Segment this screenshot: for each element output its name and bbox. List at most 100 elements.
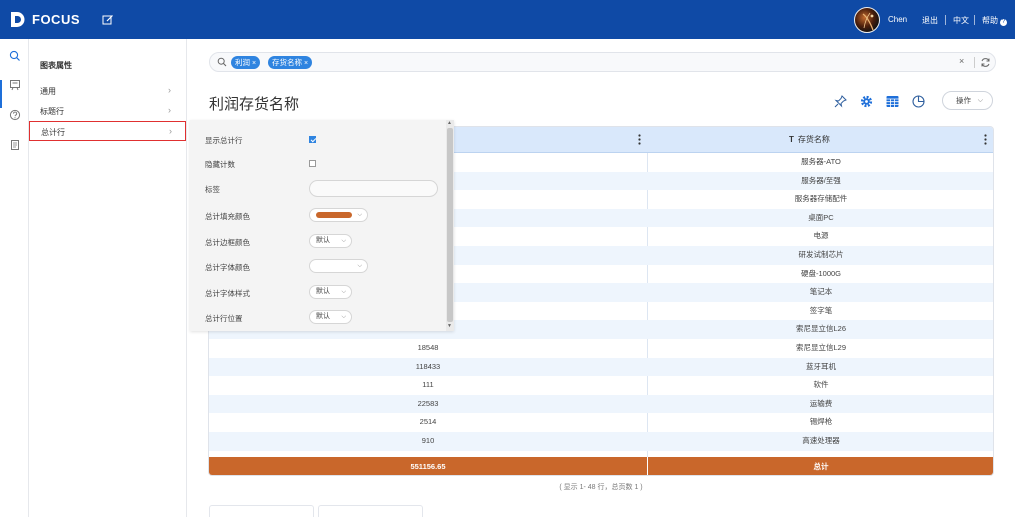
chevron-right-icon: › xyxy=(168,85,171,95)
total-row-settings-popover: 显示总计行 隐藏计数 标签 总计填充颜色 ⌵ 总计边框颜色 默认 ⌵ 总计字体颜… xyxy=(190,120,454,331)
side-item-label: 总计行 xyxy=(41,128,65,137)
search-bar[interactable]: 利润 × 存货名称 × × xyxy=(209,52,996,72)
document-icon[interactable] xyxy=(9,139,21,151)
rail-active-indicator xyxy=(0,80,2,108)
panel-title: 图表属性 xyxy=(40,61,72,70)
bottom-card[interactable] xyxy=(318,505,423,517)
select-value: 默认 xyxy=(316,237,330,244)
setting-show-total-row: 显示总计行 xyxy=(190,130,440,150)
side-item-total-row[interactable]: 总计行 › xyxy=(29,121,186,141)
total-position-select[interactable]: 默认 ⌵ xyxy=(309,310,352,324)
search-icon[interactable] xyxy=(9,50,21,62)
table-row[interactable]: 118433 蓝牙耳机 xyxy=(209,357,993,377)
setting-label: 总计填充颜色 xyxy=(205,212,250,221)
chip-remove-icon[interactable]: × xyxy=(304,60,308,67)
chevron-down-icon: ⌵ xyxy=(357,212,362,218)
chevron-down-icon: ⌵ xyxy=(977,97,983,104)
setting-label: 总计行位置 xyxy=(205,314,243,323)
left-icon-rail xyxy=(0,39,29,517)
column-menu-icon[interactable] xyxy=(984,134,987,145)
popover-scroll-thumb[interactable] xyxy=(447,128,453,322)
cell-inventory-name: 服务器-ATO xyxy=(801,157,841,166)
show-total-checkbox[interactable] xyxy=(309,136,316,143)
setting-border-color: 总计边框颜色 默认 ⌵ xyxy=(190,232,440,252)
cell-inventory-name: 蓝牙耳机 xyxy=(806,361,836,371)
setting-label: 隐藏计数 xyxy=(205,160,235,169)
column-header-inventory-name[interactable]: T 存货名称 xyxy=(789,127,830,153)
total-label-input[interactable] xyxy=(309,180,438,197)
chevron-down-icon: ⌵ xyxy=(341,289,346,295)
fill-color-select[interactable]: ⌵ xyxy=(309,208,368,222)
board-icon[interactable] xyxy=(9,79,21,91)
column-header-label: 存货名称 xyxy=(797,135,830,144)
help-link[interactable]: 帮助? xyxy=(982,15,1007,26)
focus-logo-icon xyxy=(11,12,25,27)
select-value: 默认 xyxy=(316,313,330,320)
pagination-info: ( 显示 1- 48 行，总页数 1 ) xyxy=(559,484,643,491)
search-divider xyxy=(974,57,975,68)
pie-chart-icon[interactable] xyxy=(911,94,926,109)
side-item-general[interactable]: 通用 › xyxy=(29,81,186,101)
chip-label: 利润 xyxy=(235,58,250,67)
search-chip-inventory-name[interactable]: 存货名称 × xyxy=(268,56,313,69)
user-name[interactable]: Chen xyxy=(888,15,907,24)
avatar[interactable] xyxy=(854,7,880,33)
cell-profit: 2514 xyxy=(419,417,437,427)
color-swatch xyxy=(316,212,352,218)
side-item-label: 通用 xyxy=(40,87,56,96)
edit-icon[interactable] xyxy=(102,14,114,26)
search-chip-profit[interactable]: 利润 × xyxy=(231,56,261,69)
setting-label: 标签 xyxy=(205,185,220,194)
cell-inventory-name: 索尼显立信L26 xyxy=(795,324,846,334)
search-icon xyxy=(217,57,227,67)
setting-total-row-position: 总计行位置 默认 ⌵ xyxy=(190,308,440,328)
cell-profit: 910 xyxy=(421,436,435,445)
clear-search-icon[interactable]: × xyxy=(959,56,964,66)
pin-icon[interactable] xyxy=(833,94,848,109)
setting-label: 总计字体颜色 xyxy=(205,263,250,272)
setting-hide-count: 隐藏计数 xyxy=(190,154,440,174)
font-style-select[interactable]: 默认 ⌵ xyxy=(309,285,352,299)
table-row[interactable]: 910 高速处理器 xyxy=(209,432,993,451)
scroll-down-icon[interactable]: ▼ xyxy=(447,323,452,329)
bottom-card[interactable] xyxy=(209,505,314,517)
table-view-icon[interactable] xyxy=(885,94,900,109)
table-row[interactable]: 2514 锡焊枪 xyxy=(209,413,993,432)
cell-inventory-name: 索尼显立信L29 xyxy=(795,343,846,352)
chart-properties-panel: 图表属性 通用 › 标题行 › 总计行 › xyxy=(29,39,187,517)
avatar-image-icon xyxy=(862,12,874,31)
side-item-header-row[interactable]: 标题行 › xyxy=(29,101,186,121)
font-color-select[interactable]: ⌵ xyxy=(309,259,368,273)
cell-inventory-name: 软件 xyxy=(813,380,829,390)
app-name: FOCUS xyxy=(32,12,80,27)
setting-label: 总计边框颜色 xyxy=(205,238,250,247)
chip-remove-icon[interactable]: × xyxy=(252,60,256,67)
cell-inventory-name: 高速处理器 xyxy=(802,436,840,445)
operate-button[interactable]: 操作 ⌵ xyxy=(942,91,993,110)
border-color-select[interactable]: 默认 ⌵ xyxy=(309,234,352,248)
cell-inventory-name: 笔记本 xyxy=(809,287,833,297)
logout-link[interactable]: 退出 xyxy=(922,15,938,26)
cell-inventory-name: 电源 xyxy=(813,231,829,241)
scroll-up-icon[interactable]: ▲ xyxy=(447,120,452,126)
hide-count-checkbox[interactable] xyxy=(309,160,316,167)
refresh-icon[interactable] xyxy=(980,57,991,68)
table-row[interactable]: 18548 索尼显立信L29 xyxy=(209,339,993,358)
cell-inventory-name: 服务器存储配件 xyxy=(794,194,848,204)
cell-inventory-name: 服务器/至强 xyxy=(801,175,841,185)
cell-inventory-name: 签字笔 xyxy=(809,305,833,315)
cell-inventory-name: 硬盘-1000G xyxy=(800,268,842,278)
topbar-divider xyxy=(945,15,946,25)
table-row[interactable]: 22583 运输费 xyxy=(209,394,993,414)
top-bar: FOCUS Chen 退出 中文 帮助? xyxy=(0,0,1015,39)
setting-fill-color: 总计填充颜色 ⌵ xyxy=(190,206,440,226)
gear-icon[interactable] xyxy=(859,94,874,109)
column-menu-icon[interactable] xyxy=(638,134,641,145)
app-logo[interactable]: FOCUS xyxy=(10,11,80,28)
table-row[interactable]: 111 软件 xyxy=(209,376,993,395)
setting-font-style: 总计字体样式 默认 ⌵ xyxy=(190,283,440,303)
text-type-icon: T xyxy=(789,135,794,144)
language-link[interactable]: 中文 xyxy=(953,15,969,26)
help-circle-icon[interactable] xyxy=(9,109,21,121)
setting-label: 显示总计行 xyxy=(205,136,243,145)
